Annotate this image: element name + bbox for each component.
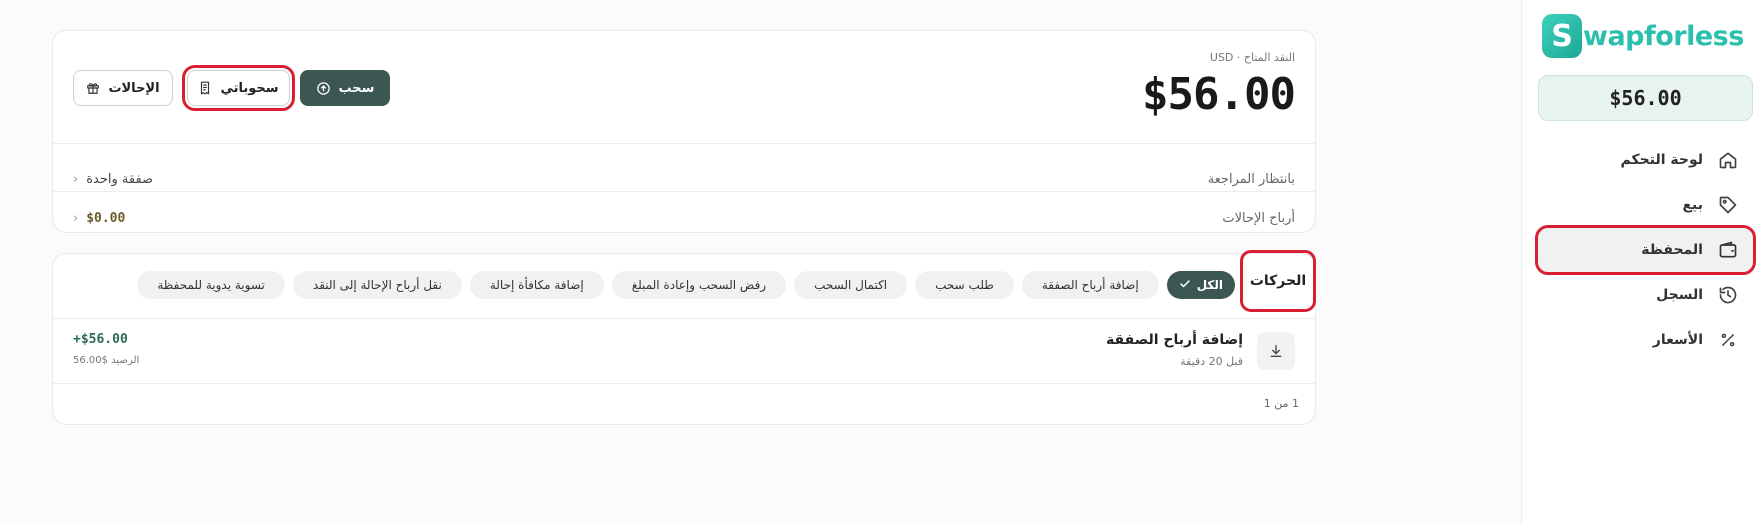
tag-icon bbox=[1717, 194, 1739, 216]
filter-chip-withdraw-rejected[interactable]: رفض السحب وإعادة المبلغ bbox=[611, 271, 787, 299]
pending-review-link[interactable]: صفقة واحدة ‹ bbox=[73, 172, 153, 187]
available-cash-label: النقد المتاح · USD bbox=[1209, 51, 1295, 64]
sidebar-item-label: لوحة التحكم bbox=[1620, 152, 1703, 168]
filter-chip-referral-bonus[interactable]: إضافة مكافأة إحالة bbox=[469, 271, 604, 299]
sidebar-item-dashboard[interactable]: لوحة التحكم bbox=[1538, 138, 1753, 182]
logo[interactable]: S wapforless bbox=[1542, 14, 1744, 58]
sidebar-item-label: المحفظة bbox=[1641, 242, 1703, 258]
referrals-button[interactable]: الإحالات bbox=[73, 70, 173, 106]
referrals-button-label: الإحالات bbox=[108, 80, 160, 96]
filter-chip-referral-transfer[interactable]: نقل أرباح الإحالة إلى النقد bbox=[292, 271, 462, 299]
transactions-card: الحركات الكل إضافة أرباح الصفقة طلب سحب … bbox=[52, 250, 1316, 425]
chevron-left-icon: ‹ bbox=[73, 211, 79, 226]
chevron-left-icon: ‹ bbox=[73, 172, 79, 187]
divider bbox=[53, 383, 1315, 384]
upload-cloud-icon bbox=[316, 81, 331, 96]
sidebar-item-label: الأسعار bbox=[1652, 332, 1703, 348]
filter-chip-deal-earnings[interactable]: إضافة أرباح الصفقة bbox=[1021, 271, 1159, 299]
withdraw-button-label: سحب bbox=[338, 80, 375, 96]
filter-chip-label: الكل bbox=[1196, 278, 1223, 292]
sidebar-item-label: السجل bbox=[1656, 287, 1703, 303]
pending-review-value: صفقة واحدة bbox=[86, 172, 154, 187]
divider bbox=[53, 191, 1315, 192]
filter-chip-withdraw-request[interactable]: طلب سحب bbox=[915, 271, 1014, 299]
referral-earnings-link[interactable]: $0.00 ‹ bbox=[73, 211, 125, 226]
transaction-amount: +$56.00 bbox=[73, 332, 128, 347]
download-icon bbox=[1257, 332, 1295, 370]
referral-earnings-label: أرباح الإحالات bbox=[1222, 211, 1295, 226]
divider bbox=[53, 318, 1315, 319]
filter-chip-manual-adjustment[interactable]: تسوية يدوية للمحفظة bbox=[137, 271, 285, 299]
receipt-icon bbox=[198, 81, 212, 95]
sidebar-balance: $56.00 bbox=[1538, 75, 1753, 121]
pending-review-label: بانتظار المراجعة bbox=[1207, 172, 1295, 187]
percent-icon bbox=[1717, 329, 1739, 351]
logo-text: wapforless bbox=[1583, 20, 1744, 52]
sidebar-item-wallet[interactable]: المحفظة bbox=[1535, 225, 1756, 275]
filter-chip-all[interactable]: الكل bbox=[1166, 271, 1235, 299]
gift-icon bbox=[86, 81, 100, 95]
sidebar-item-rates[interactable]: الأسعار bbox=[1538, 318, 1753, 362]
check-icon bbox=[1179, 278, 1191, 293]
referral-earnings-value: $0.00 bbox=[86, 211, 126, 226]
wallet-summary-card: النقد المتاح · USD $56.00 سحب سحوباتي ال… bbox=[52, 30, 1316, 233]
sidebar-item-label: بيع bbox=[1682, 197, 1703, 213]
transaction-time: قبل 20 دقيقة bbox=[1180, 355, 1243, 368]
transactions-title: الحركات bbox=[1240, 250, 1316, 312]
withdraw-button[interactable]: سحب bbox=[300, 70, 390, 106]
pagination-info: 1 من 1 bbox=[1263, 397, 1299, 410]
home-icon bbox=[1717, 149, 1739, 171]
filter-chips: الكل إضافة أرباح الصفقة طلب سحب اكتمال ا… bbox=[137, 271, 1235, 299]
transaction-balance: الرصيد $56.00 bbox=[73, 355, 140, 366]
wallet-icon bbox=[1717, 239, 1739, 261]
sidebar: S wapforless $56.00 لوحة التحكم بيع المح… bbox=[1521, 0, 1758, 525]
filter-chip-withdraw-complete[interactable]: اكتمال السحب bbox=[794, 271, 908, 299]
sidebar-item-history[interactable]: السجل bbox=[1538, 273, 1753, 317]
divider bbox=[53, 143, 1315, 144]
logo-mark: S bbox=[1542, 14, 1582, 58]
my-withdrawals-button-label: سحوباتي bbox=[220, 80, 279, 96]
available-cash-amount: $56.00 bbox=[1142, 69, 1296, 120]
sidebar-item-sell[interactable]: بيع bbox=[1538, 183, 1753, 227]
my-withdrawals-button[interactable]: سحوباتي bbox=[182, 65, 295, 111]
history-icon bbox=[1717, 284, 1739, 306]
transaction-name: إضافة أرباح الصفقة bbox=[1106, 332, 1243, 348]
